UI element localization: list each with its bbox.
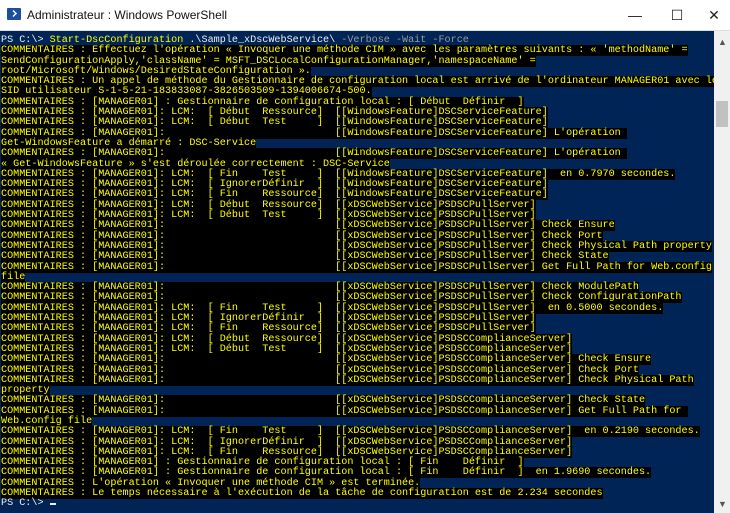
window-title: Administrateur : Windows PowerShell (27, 8, 228, 22)
verbose-text: COMMENTAIRES : Le temps nécessaire à l'e… (1, 488, 603, 500)
verbose-text: COMMENTAIRES : [MANAGER01]: LCM: [ Fin T… (1, 426, 700, 438)
text-cursor (49, 503, 56, 506)
verbose-text: COMMENTAIRES : [MANAGER01]: [[xDSCWebSer… (1, 220, 615, 232)
verbose-text: COMMENTAIRES : [MANAGER01]: [[WindowsFea… (1, 148, 627, 160)
verbose-text: COMMENTAIRES : [MANAGER01]: LCM: [ Fin R… (1, 323, 536, 335)
prompt: PS C:\> (1, 498, 50, 510)
close-button[interactable]: ✕ (699, 5, 729, 25)
verbose-text: COMMENTAIRES : [MANAGER01]: LCM: [ Ignor… (1, 436, 573, 448)
verbose-text: SID utilisateur S-1-5-21-183833087-38265… (1, 86, 372, 98)
scrollbar-thumb[interactable] (716, 101, 728, 127)
verbose-text: COMMENTAIRES : [MANAGER01]: [[xDSCWebSer… (1, 261, 712, 273)
powershell-icon (7, 8, 21, 20)
verbose-text: COMMENTAIRES : [MANAGER01]: [[xDSCWebSer… (1, 405, 688, 417)
verbose-text: COMMENTAIRES : [MANAGER01]: LCM: [ Début… (1, 117, 548, 129)
verbose-text: COMMENTAIRES : [MANAGER01]: [[xDSCWebSer… (1, 395, 646, 407)
verbose-line: COMMENTAIRES : [MANAGER01]: [[xDSCWebSer… (1, 354, 718, 366)
verbose-text: COMMENTAIRES : [MANAGER01]: [[xDSCWebSer… (1, 364, 639, 376)
verbose-text: « Get-WindowsFeature » s'est déroulée co… (1, 158, 390, 170)
verbose-text: COMMENTAIRES : [MANAGER01]: [[xDSCWebSer… (1, 354, 652, 366)
verbose-line: COMMENTAIRES : Le temps nécessaire à l'e… (1, 488, 718, 500)
verbose-text: COMMENTAIRES : [MANAGER01]: [[xDSCWebSer… (1, 292, 682, 304)
minimize-button[interactable]: — (620, 5, 650, 25)
verbose-text: COMMENTAIRES : Effectuez l'opération « I… (1, 45, 688, 57)
verbose-text: COMMENTAIRES : [MANAGER01]: [[xDSCWebSer… (1, 230, 603, 242)
verbose-line: COMMENTAIRES : [MANAGER01]: [[xDSCWebSer… (1, 251, 718, 263)
verbose-text: COMMENTAIRES : [MANAGER01]: [[xDSCWebSer… (1, 374, 694, 386)
verbose-line: COMMENTAIRES : [MANAGER01]: [[xDSCWebSer… (1, 374, 718, 386)
vertical-scrollbar[interactable]: ▲ ▼ (714, 31, 730, 513)
final-prompt-line[interactable]: PS C:\> (1, 499, 718, 509)
verbose-text: COMMENTAIRES : [MANAGER01] : Gestionnair… (1, 467, 652, 479)
scroll-up-icon[interactable]: ▲ (718, 37, 727, 47)
scroll-down-icon[interactable]: ▼ (718, 499, 727, 509)
verbose-text: COMMENTAIRES : [MANAGER01]: LCM: [ Fin R… (1, 189, 548, 201)
console-output[interactable]: PS C:\> Start-DscConfiguration .\Sample_… (0, 31, 718, 513)
verbose-line: COMMENTAIRES : [MANAGER01]: [[xDSCWebSer… (1, 261, 718, 273)
maximize-button[interactable]: ☐ (662, 5, 692, 25)
title-bar: Administrateur : Windows PowerShell — ☐ … (0, 0, 730, 31)
verbose-text: COMMENTAIRES : [MANAGER01]: LCM: [ Début… (1, 333, 573, 345)
verbose-text: SendConfigurationApply,'className' = MSF… (1, 55, 536, 67)
verbose-line: COMMENTAIRES : [MANAGER01]: [[xDSCWebSer… (1, 405, 718, 417)
verbose-text: COMMENTAIRES : [MANAGER01]: [[xDSCWebSer… (1, 251, 609, 263)
